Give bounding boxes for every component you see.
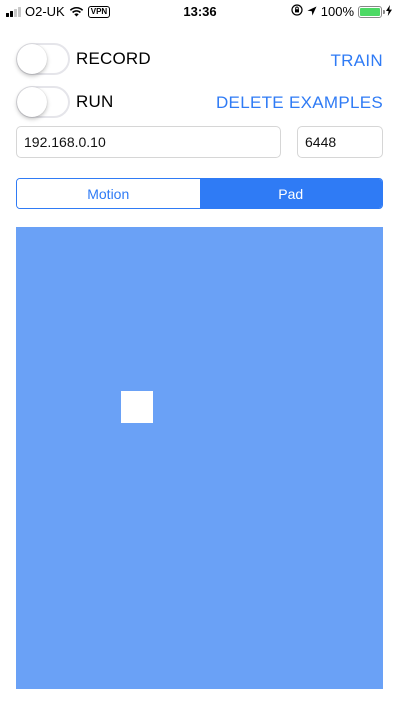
charging-icon <box>386 4 392 19</box>
tab-motion[interactable]: Motion <box>17 179 200 208</box>
run-toggle-knob[interactable] <box>17 87 47 117</box>
delete-examples-button[interactable]: DELETE EXAMPLES <box>216 93 383 113</box>
battery-icon <box>358 5 385 18</box>
orientation-lock-icon <box>291 4 303 19</box>
record-toggle[interactable] <box>16 43 70 75</box>
record-label: RECORD <box>76 49 151 68</box>
battery-cap <box>383 9 385 14</box>
status-right: 100% <box>291 4 392 19</box>
run-label: RUN <box>76 92 114 111</box>
record-toggle-knob[interactable] <box>17 44 47 74</box>
host-field[interactable]: 192.168.0.10 <box>16 126 281 158</box>
touch-pad[interactable] <box>16 227 383 689</box>
mode-segmented-control: Motion Pad <box>16 178 383 209</box>
train-button[interactable]: TRAIN <box>331 51 384 71</box>
tab-pad[interactable]: Pad <box>199 179 382 208</box>
battery-fill <box>360 7 380 16</box>
status-bar: O2-UK VPN 13:36 100% <box>0 0 400 24</box>
port-field[interactable]: 6448 <box>297 126 383 158</box>
record-row: RECORD <box>16 43 151 75</box>
run-row: RUN <box>16 86 113 118</box>
pad-cursor[interactable] <box>121 391 153 423</box>
run-toggle[interactable] <box>16 86 70 118</box>
location-icon <box>307 4 317 19</box>
battery-percent: 100% <box>320 4 354 19</box>
